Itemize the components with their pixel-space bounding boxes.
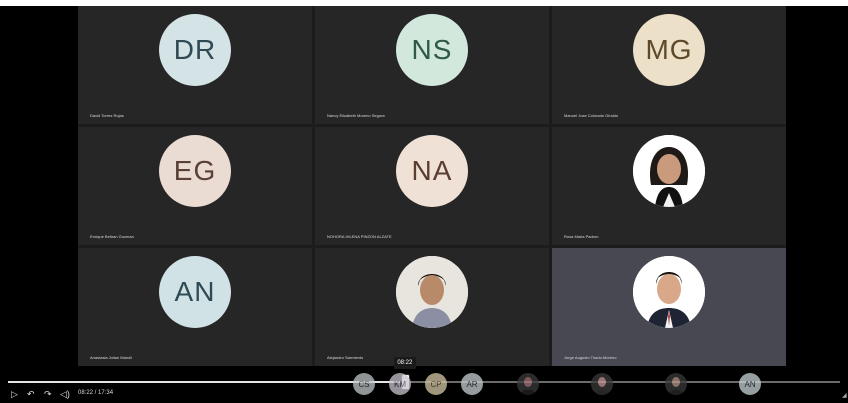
strip-avatar-photo: [665, 373, 687, 395]
participant-tile[interactable]: DR David Torres Rojas: [78, 6, 312, 124]
strip-avatar-photo: [591, 373, 613, 395]
strip-avatar: CS: [353, 373, 375, 395]
rewind-icon[interactable]: ↶: [27, 388, 35, 400]
participant-name: Jorge Augusto Tirado Moreno: [564, 355, 617, 360]
participant-name: Anastasia Julian Marulli: [90, 355, 133, 360]
avatar: NA: [396, 135, 468, 207]
person-photo-icon: [594, 377, 610, 395]
avatar: EG: [159, 135, 231, 207]
time-display: 08:22 / 17:34: [78, 390, 114, 396]
strip-avatar: KM: [389, 373, 411, 395]
avatar-photo: [396, 256, 468, 328]
person-photo-icon: [668, 377, 684, 395]
video-grid: DR David Torres Rojas NS Nancy Elizabeth…: [78, 6, 786, 366]
avatar-photo: [633, 256, 705, 328]
progress-fill: [8, 381, 405, 383]
participant-name: Nancy Elizabeth Moreno Segura: [327, 113, 385, 118]
strip-avatar: AR: [461, 373, 483, 395]
time-tooltip: 08:22: [393, 357, 416, 369]
avatar-photo: [633, 135, 705, 207]
play-icon[interactable]: ▷: [11, 388, 18, 400]
participant-tile[interactable]: EG Enrique Beltran Guzman: [78, 127, 312, 245]
avatar: DR: [159, 14, 231, 86]
participant-name: David Torres Rojas: [90, 113, 124, 118]
participant-name: Alejandro Sarmiento: [327, 355, 364, 360]
player-controls: [0, 366, 848, 403]
strip-avatar: AN: [739, 373, 761, 395]
participant-name: Manuel Jose Colorado Giraldo: [564, 113, 619, 118]
volume-icon[interactable]: ◁): [60, 388, 70, 400]
avatar: AN: [159, 256, 231, 328]
participant-tile[interactable]: NA NOHORA HILENA PINZON ALZATE: [315, 127, 549, 245]
person-photo-icon: [520, 377, 536, 395]
avatar: MG: [633, 14, 705, 86]
participant-tile-active[interactable]: Jorge Augusto Tirado Moreno: [552, 248, 786, 366]
participant-tile[interactable]: NS Nancy Elizabeth Moreno Segura: [315, 6, 549, 124]
person-photo-icon: [633, 256, 705, 328]
forward-icon[interactable]: ↷: [44, 388, 52, 400]
participant-tile[interactable]: MG Manuel Jose Colorado Giraldo: [552, 6, 786, 124]
avatar: NS: [396, 14, 468, 86]
strip-avatar-photo: [517, 373, 539, 395]
participant-tile[interactable]: Rosa Maria Padron: [552, 127, 786, 245]
resize-icon[interactable]: ◢: [842, 392, 847, 399]
progress-bar[interactable]: [8, 381, 840, 383]
person-photo-icon: [396, 256, 468, 328]
participant-tile[interactable]: Alejandro Sarmiento: [315, 248, 549, 366]
person-photo-icon: [633, 135, 705, 207]
participant-name: Rosa Maria Padron: [564, 234, 599, 239]
participant-tile[interactable]: AN Anastasia Julian Marulli: [78, 248, 312, 366]
strip-avatar: CP: [425, 373, 447, 395]
participant-name: Enrique Beltran Guzman: [90, 234, 134, 239]
participant-name: NOHORA HILENA PINZON ALZATE: [327, 234, 392, 239]
